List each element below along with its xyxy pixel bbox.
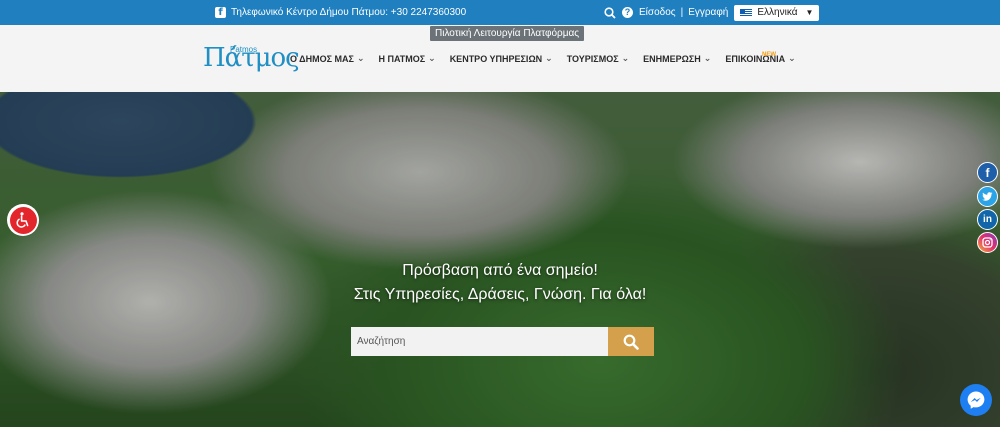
hero-subtitle: Στις Υπηρεσίες, Δράσεις, Γνώση. Για όλα! xyxy=(353,286,647,303)
nav-item-services[interactable]: ΚΕΝΤΡΟ ΥΠΗΡΕΣΙΩΝ ⌄ xyxy=(450,53,553,64)
wheelchair-icon xyxy=(9,206,37,234)
register-link[interactable]: Εγγραφή xyxy=(688,7,728,18)
separator: | xyxy=(680,7,684,18)
hero-title: Πρόσβαση από ένα σημείο! xyxy=(402,262,598,279)
phone-info: f Τηλεφωνικό Κέντρο Δήμου Πάτμου: +30 22… xyxy=(215,0,466,25)
hero-background xyxy=(0,92,1000,427)
nav-item-label: ΚΕΝΤΡΟ ΥΠΗΡΕΣΙΩΝ xyxy=(449,53,543,64)
linkedin-icon[interactable]: in xyxy=(977,209,998,230)
pilot-tooltip: Πιλοτική Λειτουργία Πλατφόρμας xyxy=(430,26,585,41)
chevron-down-icon: ⌄ xyxy=(703,53,712,63)
nav-item-news[interactable]: ΕΝΗΜΕΡΩΣΗ ⌄ xyxy=(643,53,711,64)
top-bar-actions: ? Είσοδος | Εγγραφή Ελληνικά ▼ xyxy=(604,0,820,25)
nav-item-tourism[interactable]: ΤΟΥΡΙΣΜΟΣ ⌄ xyxy=(567,53,629,64)
search-icon xyxy=(623,334,639,350)
nav-item-label: ΕΝΗΜΕΡΩΣΗ xyxy=(643,53,701,64)
chevron-down-icon: ⌄ xyxy=(428,53,436,63)
twitter-icon[interactable] xyxy=(977,186,998,207)
chevron-down-icon: ⌄ xyxy=(788,53,796,63)
phone-text: Τηλεφωνικό Κέντρο Δήμου Πάτμου: +30 2247… xyxy=(231,7,467,18)
search-input[interactable] xyxy=(351,327,608,356)
accessibility-button[interactable] xyxy=(7,204,39,236)
nav-item-label: ΤΟΥΡΙΣΜΟΣ xyxy=(566,53,619,64)
search-icon[interactable] xyxy=(604,6,616,19)
language-select[interactable]: Ελληνικά ▼ xyxy=(734,4,820,21)
nav-item-label: Ο ΔΗΜΟΣ ΜΑΣ xyxy=(290,53,354,64)
nav-item-contact[interactable]: ΕΠΙΚΟΙΝΩΝΙΑ ⌄ xyxy=(725,53,795,64)
caret-down-icon: ▼ xyxy=(805,8,814,17)
chevron-down-icon: ⌄ xyxy=(356,53,365,63)
top-bar: f Τηλεφωνικό Κέντρο Δήμου Πάτμου: +30 22… xyxy=(0,0,1000,25)
login-link[interactable]: Είσοδος xyxy=(639,7,676,18)
nav-item-label: Η ΠΑΤΜΟΣ xyxy=(378,53,426,64)
language-label: Ελληνικά xyxy=(757,7,798,18)
hero-search xyxy=(351,327,654,356)
chevron-down-icon: ⌄ xyxy=(545,53,553,63)
nav-item-patmos[interactable]: Η ΠΑΤΜΟΣ ⌄ xyxy=(378,53,435,64)
help-icon[interactable]: ? xyxy=(622,7,633,18)
nav-item-dimos[interactable]: Ο ΔΗΜΟΣ ΜΑΣ ⌄ xyxy=(290,53,364,64)
chevron-down-icon: ⌄ xyxy=(621,53,630,63)
logo-subtext: Patmos xyxy=(230,45,258,54)
instagram-icon[interactable] xyxy=(977,232,998,253)
messenger-icon xyxy=(967,391,985,409)
messenger-chat-button[interactable] xyxy=(960,384,992,416)
search-button[interactable] xyxy=(608,327,654,356)
greek-flag-icon xyxy=(740,8,753,17)
facebook-icon[interactable]: f xyxy=(977,162,998,183)
facebook-icon[interactable]: f xyxy=(215,7,226,18)
new-badge: NEW xyxy=(762,52,776,58)
nav-item-label: ΕΠΙΚΟΙΝΩΝΙΑ xyxy=(725,53,786,64)
site-logo[interactable]: Πάτμος Patmos xyxy=(203,43,300,83)
